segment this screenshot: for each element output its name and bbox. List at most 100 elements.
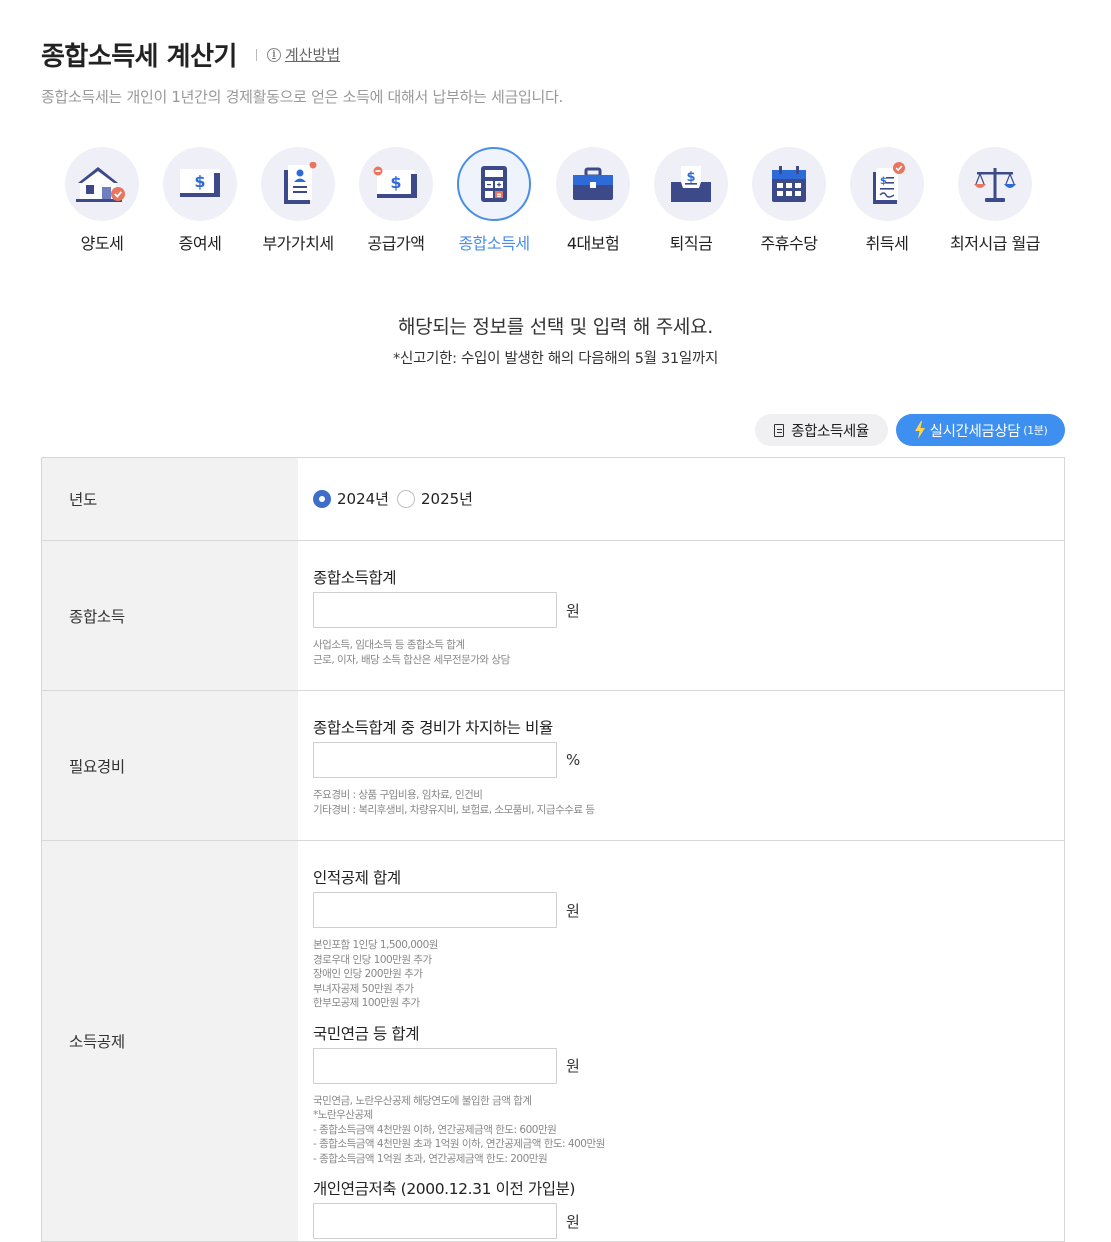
year-radio-2025[interactable]: 2025년 (396, 488, 473, 509)
realtime-consult-label: 실시간세금상담 (929, 423, 1021, 440)
info-icon: i (266, 47, 281, 62)
field-pension-total: 국민연금 등 합계 원 국민연금, 노란우산공제 해당연도에 불입한 금액 합계… (313, 1011, 1064, 1167)
page-subtitle: 종합소득세는 개인이 1년간의 경제활동으로 얻은 소득에 대해서 납부하는 세… (41, 88, 563, 106)
calc-icon-circle: $ (850, 147, 924, 221)
help-line: 국민연금, 노란우산공제 해당연도에 불입한 금액 합계 (313, 1094, 532, 1107)
deadline-note: *신고기한: 수입이 발생한 해의 다음해의 5월 31일까지 (393, 351, 718, 367)
personal-deduction-input[interactable] (313, 892, 557, 928)
field-line: 원 (313, 1047, 1064, 1084)
field-label: 종합소득합계 중 경비가 차지하는 비율 (313, 719, 553, 737)
help-line: 장애인 인당 200만원 추가 (313, 968, 423, 980)
calc-label: 취득세 (865, 234, 909, 253)
calc-item-supply-value[interactable]: $ 공급가액 (341, 146, 451, 254)
calculation-method-label: 계산방법 (284, 46, 341, 64)
svg-text:$: $ (880, 176, 887, 187)
help-line: 기타경비 : 복리후생비, 차량유지비, 보험료, 소모품비, 지급수수료 등 (313, 803, 595, 816)
money-bill-minus-icon: $ (373, 166, 417, 198)
calc-item-vat[interactable]: 부가가치세 (243, 146, 353, 254)
radio-circle (396, 489, 415, 508)
row-label-income: 종합소득 (42, 541, 298, 690)
unit-label: 원 (566, 1057, 580, 1075)
field-line: 원 (313, 892, 1064, 928)
calc-icon-circle (65, 147, 139, 221)
help-line: 경로우대 인당 100만원 추가 (313, 953, 432, 966)
help-line: *노란우산공제 (313, 1109, 373, 1121)
row-label-year: 년도 (42, 458, 298, 540)
expense-ratio-input[interactable] (313, 742, 557, 778)
realtime-consult-button[interactable]: 실시간세금상담 (1분) (896, 414, 1065, 446)
calc-item-acquisition-tax[interactable]: $ 취득세 (832, 146, 942, 254)
calc-icon-circle (457, 147, 531, 221)
calc-item-minimum-wage[interactable]: 최저시급 월급 (940, 146, 1050, 254)
page-title: 종합소득세 계산기 (41, 42, 237, 72)
calc-item-capital-gains-tax[interactable]: 양도세 (47, 146, 157, 254)
field-personal-deduction: 인적공제 합계 원 본인포함 1인당 1,500,000원 경로우대 인당 10… (313, 841, 1064, 1011)
briefcase-icon (573, 167, 613, 200)
house-icon (76, 167, 125, 202)
calc-icon-circle (958, 147, 1032, 221)
help-line: 부녀자공제 50만원 추가 (313, 982, 414, 995)
help-line: - 종합소득금액 1억원 초과, 연간공제금액 한도: 200만원 (313, 1152, 548, 1165)
lightning-icon (914, 421, 925, 439)
help-line: - 종합소득금액 4천만원 초과 1억원 이하, 연간공제금액 한도: 400만… (313, 1138, 605, 1150)
calc-item-holiday-allowance[interactable]: 주휴수당 (734, 146, 844, 254)
form-row-deduction: 소득공제 인적공제 합계 원 본인포함 1인당 1,500,000원 경로우대 … (42, 841, 1064, 1242)
radio-circle (313, 489, 331, 508)
calculation-method-link[interactable]: i 계산방법 (266, 44, 341, 65)
title-row: 종합소득세 계산기 i 계산방법 (41, 36, 340, 73)
unit-label: 원 (566, 1212, 580, 1231)
svg-text:$: $ (686, 170, 695, 185)
help-text: 사업소득, 임대소득 등 종합소득 합계 근로, 이자, 배당 소득 합산은 세… (313, 638, 1064, 667)
calc-label: 퇴직금 (669, 234, 713, 253)
year-radio-2024[interactable]: 2024년 (313, 488, 389, 509)
calc-label: 4대보험 (566, 234, 620, 253)
help-line: 근로, 이자, 배당 소득 합산은 세무전문가와 상담 (313, 653, 510, 666)
title-divider (255, 48, 257, 61)
pension-total-input[interactable] (313, 1047, 557, 1084)
field-label: 개인연금저축 (2000.12.31 이전 가입분) (313, 1180, 576, 1198)
help-line: - 종합소득금액 4천만원 이하, 연간공제금액 한도: 600만원 (313, 1123, 557, 1136)
row-content-income: 종합소득합계 원 사업소득, 임대소득 등 종합소득 합계 근로, 이자, 배당… (298, 541, 1064, 690)
calc-label: 부가가치세 (262, 234, 334, 253)
calendar-icon (772, 166, 806, 202)
calc-item-social-insurance[interactable]: 4대보험 (538, 146, 648, 254)
svg-text:$: $ (390, 173, 401, 192)
income-total-input[interactable] (313, 592, 557, 628)
page: 종합소득세 계산기 i 계산방법 종합소득세는 개인이 1년간의 경제활동으로 … (0, 0, 1111, 1242)
help-line: 주요경비 : 상품 구입비용, 임차료, 인건비 (313, 789, 483, 801)
unit-label: 원 (566, 601, 580, 620)
calc-item-severance-pay[interactable]: $ 퇴직금 (636, 146, 746, 254)
help-text: 주요경비 : 상품 구입비용, 임차료, 인건비 기타경비 : 복리후생비, 차… (313, 788, 1064, 817)
field-line: 원 (313, 1203, 1064, 1239)
field-label: 종합소득합계 (313, 569, 397, 587)
document-person-icon (284, 162, 317, 204)
field-personal-pension-savings: 개인연금저축 (2000.12.31 이전 가입분) 원 (313, 1166, 1064, 1239)
money-box-icon: $ (671, 166, 711, 202)
tax-form-table: 년도 2024년 2025년 종합소득 종합소득합계 원 사업소득, 임대소득 … (41, 457, 1065, 1242)
svg-text:$: $ (194, 172, 205, 191)
personal-pension-input[interactable] (313, 1203, 557, 1239)
income-tax-rate-label: 종합소득세율 (791, 423, 869, 440)
calc-item-income-tax[interactable]: 종합소득세 (439, 146, 549, 254)
row-content-deduction: 인적공제 합계 원 본인포함 1인당 1,500,000원 경로우대 인당 10… (298, 841, 1064, 1241)
calc-item-gift-tax[interactable]: $ 증여세 (145, 146, 255, 254)
calc-icon-circle (261, 147, 335, 221)
field-line: % (313, 742, 1064, 778)
calc-label: 종합소득세 (458, 234, 530, 253)
year-radio-group: 2024년 2025년 (313, 458, 1064, 509)
calc-label: 증여세 (178, 234, 222, 253)
income-tax-rate-button[interactable]: 종합소득세율 (755, 414, 888, 446)
scale-icon (974, 168, 1016, 202)
row-label-deduction: 소득공제 (42, 841, 298, 1241)
calc-icon-circle: $ (654, 147, 728, 221)
calc-label: 양도세 (80, 234, 124, 253)
calculator-icon (481, 166, 507, 202)
calc-icon-circle: $ (359, 147, 433, 221)
field-label: 국민연금 등 합계 (313, 1024, 420, 1043)
field-income-total: 종합소득합계 원 사업소득, 임대소득 등 종합소득 합계 근로, 이자, 배당… (313, 541, 1064, 667)
money-bill-icon: $ (180, 169, 220, 197)
field-label: 인적공제 합계 (313, 869, 401, 887)
form-row-year: 년도 2024년 2025년 (42, 458, 1064, 541)
help-line: 한부모공제 100만원 추가 (313, 997, 420, 1009)
calc-label: 최저시급 월급 (950, 234, 1040, 253)
